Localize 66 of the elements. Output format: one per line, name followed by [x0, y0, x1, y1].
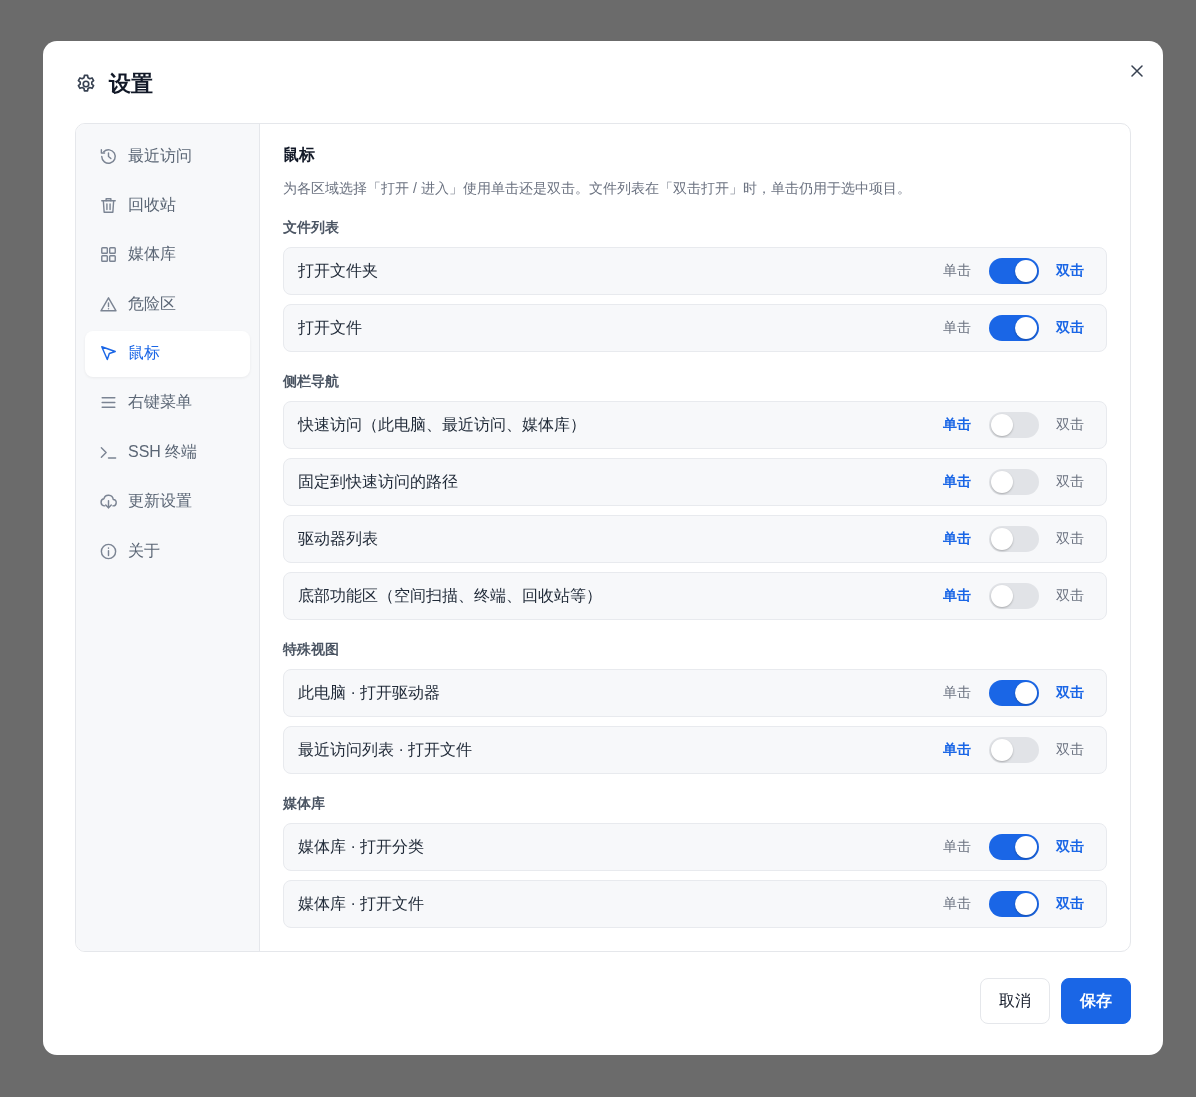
- double-click-label: 双击: [1056, 895, 1084, 913]
- warning-icon: [99, 294, 118, 314]
- section-title: 鼠标: [283, 145, 316, 165]
- setting-label: 打开文件: [298, 317, 362, 338]
- description-text: 为各区域选择「打开 / 进入」使用单击还是双击。文件列表在「双击打开」时，单击仍用于选中项目。: [283, 179, 912, 198]
- toggle-switch[interactable]: [989, 680, 1039, 706]
- double-click-label: 双击: [1056, 838, 1084, 856]
- save-button[interactable]: 保存: [1061, 978, 1131, 1024]
- single-click-label: 单击: [943, 838, 971, 856]
- toggle-switch[interactable]: [989, 469, 1039, 495]
- group-heading: 媒体库: [283, 794, 326, 813]
- history-icon: [99, 146, 118, 166]
- sidebar-item[interactable]: 关于: [85, 528, 250, 575]
- toggle-switch[interactable]: [989, 834, 1039, 860]
- double-click-label: 双击: [1056, 319, 1084, 337]
- sidebar-item[interactable]: 危险区: [85, 281, 250, 328]
- double-click-label: 双击: [1056, 530, 1084, 548]
- cloud-download-icon: [99, 492, 118, 512]
- setting-label: 最近访问列表 · 打开文件: [298, 739, 473, 760]
- single-click-label: 单击: [943, 587, 971, 605]
- double-click-label: 双击: [1056, 684, 1084, 702]
- sidebar-item[interactable]: SSH 终端: [85, 429, 250, 476]
- double-click-label: 双击: [1056, 587, 1084, 605]
- toggle-switch[interactable]: [989, 412, 1039, 438]
- sidebar-item[interactable]: 鼠标: [85, 330, 250, 377]
- sidebar-item[interactable]: 更新设置: [85, 478, 250, 525]
- setting-label: 固定到快速访问的路径: [298, 471, 458, 492]
- info-icon: [99, 541, 118, 561]
- sidebar-item[interactable]: 最近访问: [85, 133, 250, 179]
- single-click-label: 单击: [943, 895, 971, 913]
- setting-label: 驱动器列表: [298, 528, 378, 549]
- settings-icon: [75, 73, 97, 95]
- sidebar-item[interactable]: 回收站: [85, 182, 250, 229]
- toggle-switch[interactable]: [989, 583, 1039, 609]
- single-click-label: 单击: [943, 684, 971, 702]
- setting-label: 快速访问（此电脑、最近访问、媒体库）: [298, 414, 586, 435]
- trash-icon: [99, 195, 118, 215]
- double-click-label: 双击: [1056, 741, 1084, 759]
- setting-label: 媒体库 · 打开分类: [298, 836, 425, 857]
- dialog-title: 设置: [109, 70, 153, 98]
- sidebar-item[interactable]: 右键菜单: [85, 379, 250, 426]
- double-click-label: 双击: [1056, 473, 1084, 491]
- single-click-label: 单击: [943, 319, 971, 337]
- group-heading: 文件列表: [283, 218, 340, 237]
- cancel-button[interactable]: 取消: [980, 978, 1050, 1024]
- close-icon: [1131, 65, 1143, 77]
- sidebar-item[interactable]: 媒体库: [85, 231, 250, 278]
- toggle-switch[interactable]: [989, 526, 1039, 552]
- single-click-label: 单击: [943, 530, 971, 548]
- toggle-switch[interactable]: [989, 737, 1039, 763]
- grid-icon: [99, 245, 118, 265]
- double-click-label: 双击: [1056, 262, 1084, 280]
- toggle-switch[interactable]: [989, 315, 1039, 341]
- double-click-label: 双击: [1056, 416, 1084, 434]
- toggle-switch[interactable]: [989, 258, 1039, 284]
- setting-label: 打开文件夹: [298, 260, 378, 281]
- single-click-label: 单击: [943, 741, 971, 759]
- group-heading: 侧栏导航: [283, 372, 340, 391]
- single-click-label: 单击: [943, 473, 971, 491]
- group-heading: 特殊视图: [283, 640, 340, 659]
- single-click-label: 单击: [943, 262, 971, 280]
- toggle-switch[interactable]: [989, 891, 1039, 917]
- setting-label: 此电脑 · 打开驱动器: [298, 682, 441, 703]
- single-click-label: 单击: [943, 416, 971, 434]
- setting-label: 底部功能区（空间扫描、终端、回收站等）: [298, 585, 602, 606]
- setting-label: 媒体库 · 打开文件: [298, 893, 425, 914]
